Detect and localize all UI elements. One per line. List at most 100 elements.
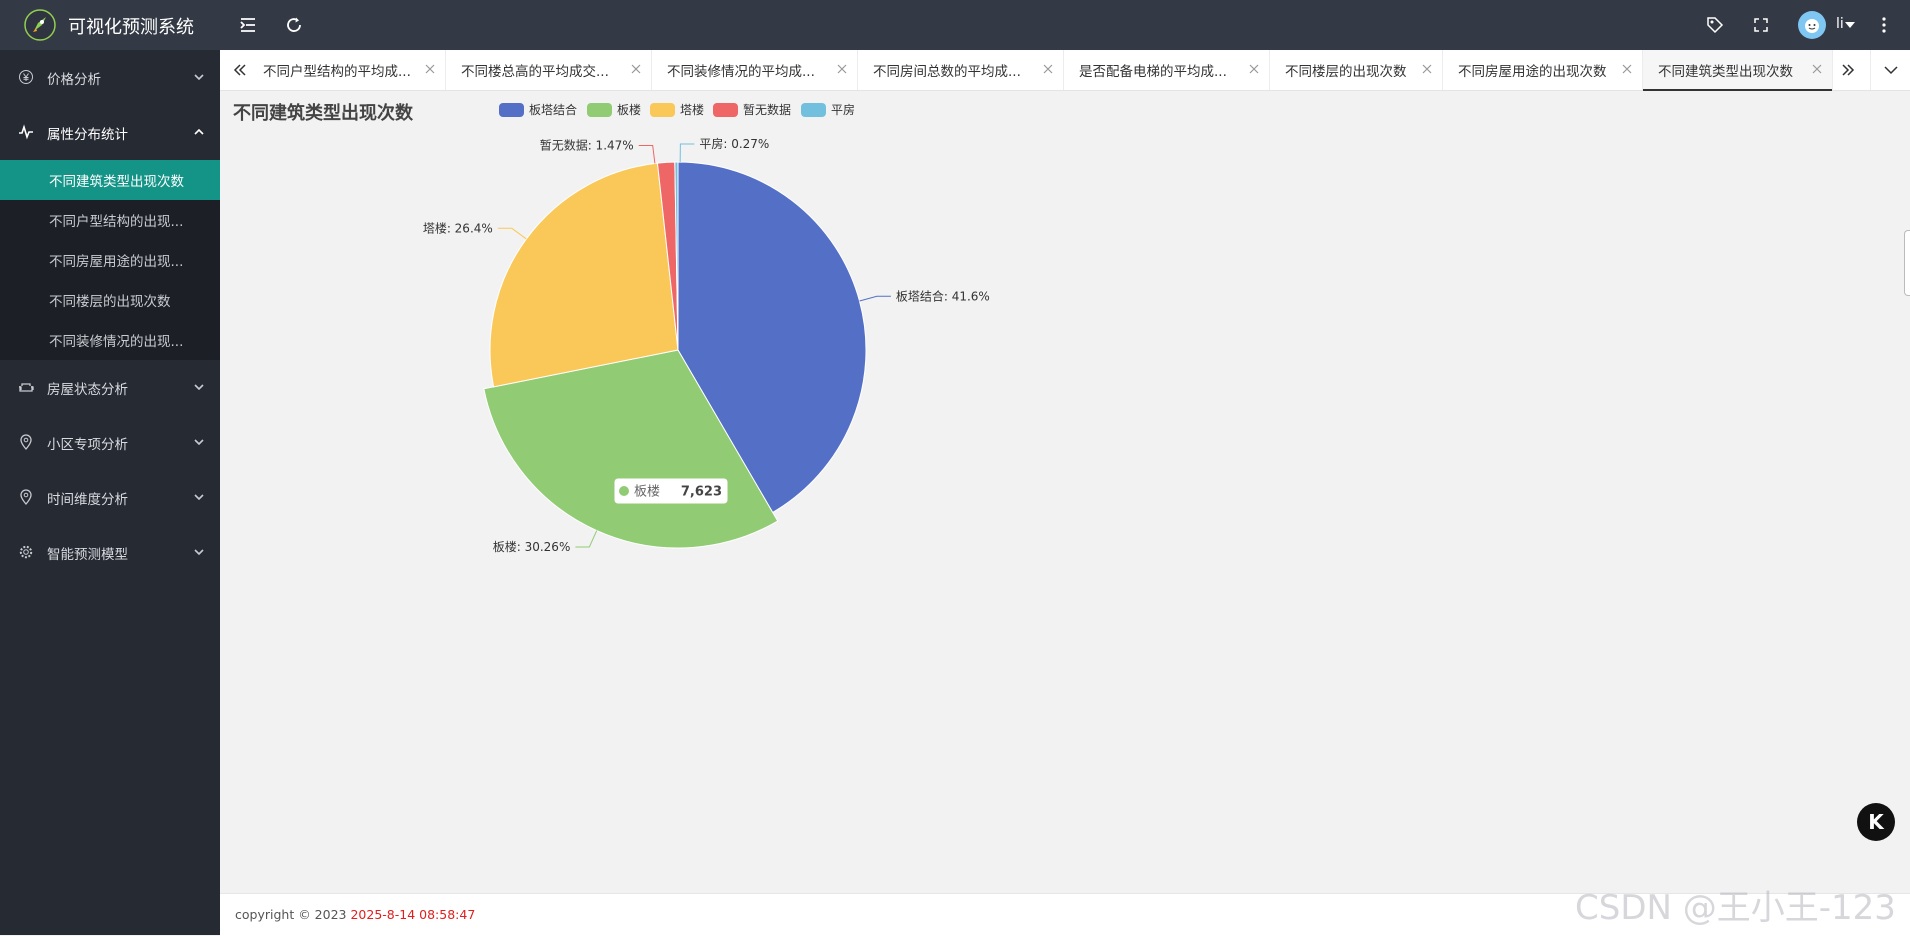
footer-timestamp: 2025-8-14 08:58:47 xyxy=(350,907,476,922)
tab-total-floors-avg-price[interactable]: 不同楼总高的平均成交... xyxy=(446,50,652,90)
tag-icon[interactable] xyxy=(1702,12,1728,38)
legend-label: 暂无数据 xyxy=(743,102,791,117)
tab-label: 不同房间总数的平均成... xyxy=(873,64,1021,80)
slice-label: 暂无数据: 1.47% xyxy=(540,138,634,153)
sofa-icon xyxy=(19,383,34,392)
chevron-down-icon xyxy=(194,439,204,446)
menu-group-label: 智能预测模型 xyxy=(47,546,128,563)
tab-label: 不同房屋用途的出现次数 xyxy=(1458,64,1607,80)
menu-group-time-analysis[interactable]: 时间维度分析 xyxy=(0,470,220,525)
slice-label: 塔楼: 26.4% xyxy=(423,220,493,235)
chevron-up-icon xyxy=(194,128,204,135)
tab-label: 是否配备电梯的平均成... xyxy=(1079,64,1227,80)
chevron-down-icon xyxy=(194,384,204,391)
avatar[interactable] xyxy=(1798,11,1826,39)
sidebar: 价格分析 属性分布统计 不同建筑类型出现次数 不同户型结构的出现... 不同房屋… xyxy=(0,50,220,935)
side-scroll-handle[interactable] xyxy=(1904,230,1910,296)
tab-bar: 不同户型结构的平均成... 不同楼总高的平均成交... 不同装修情况的平均成..… xyxy=(220,50,1910,91)
legend-item[interactable]: 板塔结合 xyxy=(499,102,577,117)
close-icon[interactable] xyxy=(631,64,641,74)
caret-down-icon[interactable] xyxy=(1842,12,1858,38)
legend-label: 塔楼 xyxy=(680,102,704,117)
label-line xyxy=(575,530,598,548)
menu-group-attribute-stats[interactable]: 属性分布统计 xyxy=(0,105,220,160)
close-icon[interactable] xyxy=(1622,64,1632,74)
footer-text: copyright © 2023 2025-8-14 08:58:47 xyxy=(235,907,475,922)
floating-k-button[interactable]: K xyxy=(1857,803,1895,841)
tab-label: 不同楼总高的平均成交... xyxy=(461,64,609,80)
location-pin-icon xyxy=(20,489,32,505)
sidebar-item-decoration-count[interactable]: 不同装修情况的出现... xyxy=(0,320,220,360)
slice-label: 平房: 0.27% xyxy=(699,136,769,151)
watermark: CSDN @王小王-123 xyxy=(1575,888,1896,928)
legend-label: 板塔结合 xyxy=(529,102,577,117)
legend-label: 板楼 xyxy=(617,102,641,117)
refresh-icon[interactable] xyxy=(281,12,307,38)
slice-label: 板塔结合: 41.6% xyxy=(896,288,990,303)
sidebar-item-usage-count[interactable]: 不同房屋用途的出现... xyxy=(0,240,220,280)
tab-label: 不同户型结构的平均成... xyxy=(263,64,411,80)
tooltip-value: 7,623 xyxy=(681,485,722,500)
menu-fold-icon[interactable] xyxy=(235,12,261,38)
app-title: 可视化预测系统 xyxy=(68,17,194,38)
tab-usage-count[interactable]: 不同房屋用途的出现次数 xyxy=(1443,50,1643,90)
more-vertical-icon[interactable] xyxy=(1874,12,1894,38)
menu-group-community-analysis[interactable]: 小区专项分析 xyxy=(0,415,220,470)
copyright-text: copyright © 2023 xyxy=(235,907,351,922)
legend-item[interactable]: 平房 xyxy=(801,102,855,117)
sidebar-item-layout-count[interactable]: 不同户型结构的出现... xyxy=(0,200,220,240)
logo-rocket-icon xyxy=(24,9,56,41)
close-icon[interactable] xyxy=(837,64,847,74)
tab-elevator-avg-price[interactable]: 是否配备电梯的平均成... xyxy=(1064,50,1270,90)
location-pin-icon xyxy=(20,434,32,450)
close-icon[interactable] xyxy=(1812,64,1822,74)
yen-icon xyxy=(19,70,33,84)
close-icon[interactable] xyxy=(1043,64,1053,74)
tooltip: 板楼 7,623 xyxy=(613,477,729,505)
menu-group-label: 价格分析 xyxy=(47,71,101,88)
menu-group-label: 属性分布统计 xyxy=(47,126,128,143)
legend-item[interactable]: 塔楼 xyxy=(650,102,704,117)
menu-group-price-analysis[interactable]: 价格分析 xyxy=(0,50,220,105)
tab-building-type-count[interactable]: 不同建筑类型出现次数 xyxy=(1643,50,1833,91)
label-line xyxy=(497,227,527,240)
chevron-down-icon xyxy=(194,549,204,556)
tab-label: 不同建筑类型出现次数 xyxy=(1658,64,1793,80)
tab-layout-avg-price[interactable]: 不同户型结构的平均成... xyxy=(248,50,446,90)
label-line xyxy=(679,143,695,163)
legend-item[interactable]: 板楼 xyxy=(587,102,641,117)
close-icon[interactable] xyxy=(425,64,435,74)
legend-label: 平房 xyxy=(831,102,855,117)
sidebar-item-building-type-count[interactable]: 不同建筑类型出现次数 xyxy=(0,160,220,200)
tab-floor-count[interactable]: 不同楼层的出现次数 xyxy=(1270,50,1443,90)
tab-rooms-avg-price[interactable]: 不同房间总数的平均成... xyxy=(858,50,1064,90)
close-icon[interactable] xyxy=(1422,64,1432,74)
tabs-dropdown-chevron-down-icon[interactable] xyxy=(1870,50,1910,90)
slice-label: 板楼: 30.26% xyxy=(493,539,571,554)
chevron-down-icon xyxy=(194,74,204,81)
label-line xyxy=(638,145,656,164)
tab-label: 不同装修情况的平均成... xyxy=(667,64,815,80)
label-line xyxy=(859,295,891,302)
main-content: 不同建筑类型出现次数 板塔结合 板楼 塔楼 暂无数据 平房 板塔结合: 41.6% 板楼: … xyxy=(220,91,1910,891)
tab-label: 不同楼层的出现次数 xyxy=(1285,64,1407,80)
legend-item[interactable]: 暂无数据 xyxy=(713,102,791,117)
tooltip-label: 板楼 xyxy=(634,485,660,500)
tabs-scroll-right-icon[interactable] xyxy=(1828,50,1868,90)
close-icon[interactable] xyxy=(1249,64,1259,74)
sidebar-item-floor-count[interactable]: 不同楼层的出现次数 xyxy=(0,280,220,320)
pulse-icon xyxy=(19,124,33,140)
menu-group-label: 时间维度分析 xyxy=(47,491,128,508)
tab-decoration-avg-price[interactable]: 不同装修情况的平均成... xyxy=(652,50,858,90)
fullscreen-icon[interactable] xyxy=(1748,12,1774,38)
pie-chart: 板塔结合 板楼 塔楼 暂无数据 平房板塔结合: 41.6%板楼: 30.26%塔楼: 2… xyxy=(423,102,990,554)
chevron-down-icon xyxy=(194,494,204,501)
menu-group-prediction-model[interactable]: 智能预测模型 xyxy=(0,525,220,580)
tooltip-marker xyxy=(619,486,629,496)
gear-icon xyxy=(19,545,33,559)
pie-slice[interactable] xyxy=(489,162,679,388)
menu-group-house-status[interactable]: 房屋状态分析 xyxy=(0,360,220,415)
menu-group-label: 房屋状态分析 xyxy=(47,381,128,398)
menu-group-label: 小区专项分析 xyxy=(47,436,128,453)
top-header: 可视化预测系统 li xyxy=(0,0,1910,50)
